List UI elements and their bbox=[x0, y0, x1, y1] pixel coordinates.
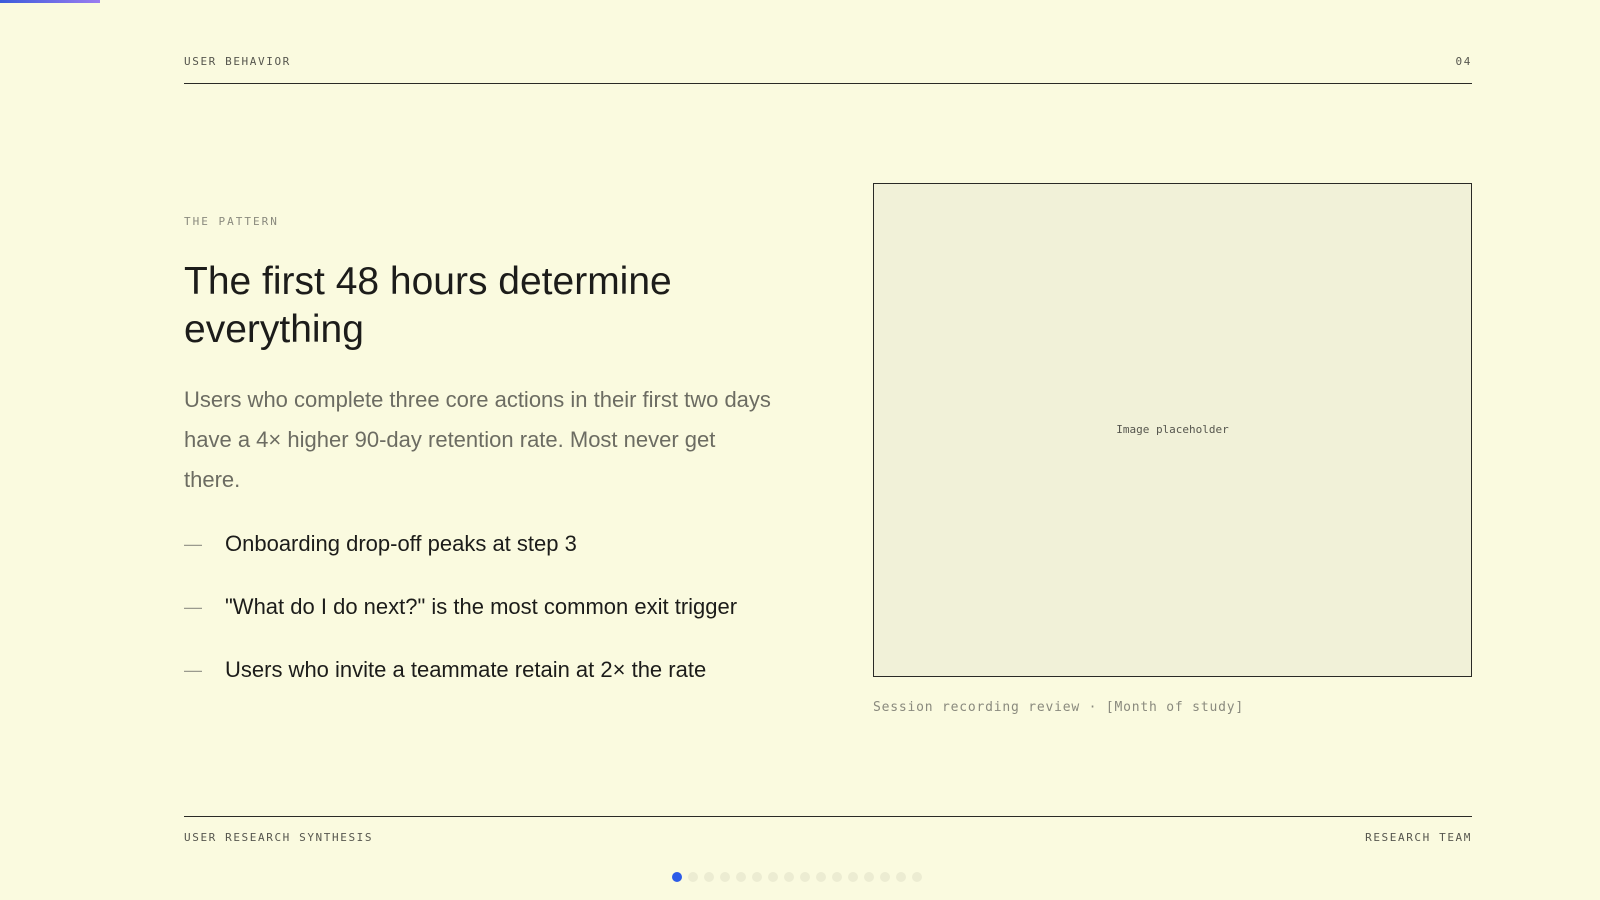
bullet-list: — Onboarding drop-off peaks at step 3 — … bbox=[184, 524, 804, 713]
section-label: USER BEHAVIOR bbox=[184, 55, 291, 68]
slide-dot-7[interactable] bbox=[768, 872, 778, 882]
slide-dot-9[interactable] bbox=[800, 872, 810, 882]
bullet-text: "What do I do next?" is the most common … bbox=[225, 594, 738, 619]
slide-dot-3[interactable] bbox=[704, 872, 714, 882]
bullet-text: Onboarding drop-off peaks at step 3 bbox=[225, 531, 577, 556]
slide-dot-2[interactable] bbox=[688, 872, 698, 882]
page-number: 04 bbox=[1455, 55, 1472, 68]
bullet-item: — Onboarding drop-off peaks at step 3 bbox=[184, 524, 804, 564]
eyebrow-label: THE PATTERN bbox=[184, 215, 279, 228]
lede-paragraph: Users who complete three core actions in… bbox=[184, 387, 771, 492]
image-caption: Session recording review · [Month of stu… bbox=[873, 700, 1244, 715]
image-placeholder: Image placeholder bbox=[873, 183, 1472, 677]
dash-icon: — bbox=[184, 659, 202, 680]
slide-dot-12[interactable] bbox=[848, 872, 858, 882]
slide-navigation-dots bbox=[672, 872, 922, 882]
slide-dot-14[interactable] bbox=[880, 872, 890, 882]
progress-bar bbox=[0, 0, 100, 3]
slide-dot-15[interactable] bbox=[896, 872, 906, 882]
slide-footer: USER RESEARCH SYNTHESIS RESEARCH TEAM bbox=[184, 816, 1472, 844]
slide-dot-16[interactable] bbox=[912, 872, 922, 882]
bullet-item: — Users who invite a teammate retain at … bbox=[184, 650, 804, 690]
bullet-item: — "What do I do next?" is the most commo… bbox=[184, 587, 804, 627]
slide-dot-10[interactable] bbox=[816, 872, 826, 882]
image-placeholder-label: Image placeholder bbox=[1116, 422, 1229, 436]
slide-dot-4[interactable] bbox=[720, 872, 730, 882]
footer-right-label: RESEARCH TEAM bbox=[1365, 831, 1472, 844]
slide-dot-8[interactable] bbox=[784, 872, 794, 882]
slide-dot-11[interactable] bbox=[832, 872, 842, 882]
slide-title: The first 48 hours determine everything bbox=[184, 260, 672, 351]
bullet-text: Users who invite a teammate retain at 2×… bbox=[225, 657, 707, 682]
slide-header: USER BEHAVIOR 04 bbox=[184, 55, 1472, 84]
dash-icon: — bbox=[184, 596, 202, 617]
slide-dot-1[interactable] bbox=[672, 872, 682, 882]
footer-left-label: USER RESEARCH SYNTHESIS bbox=[184, 831, 374, 844]
slide-dot-13[interactable] bbox=[864, 872, 874, 882]
slide-dot-6[interactable] bbox=[752, 872, 762, 882]
dash-icon: — bbox=[184, 533, 202, 554]
slide-dot-5[interactable] bbox=[736, 872, 746, 882]
